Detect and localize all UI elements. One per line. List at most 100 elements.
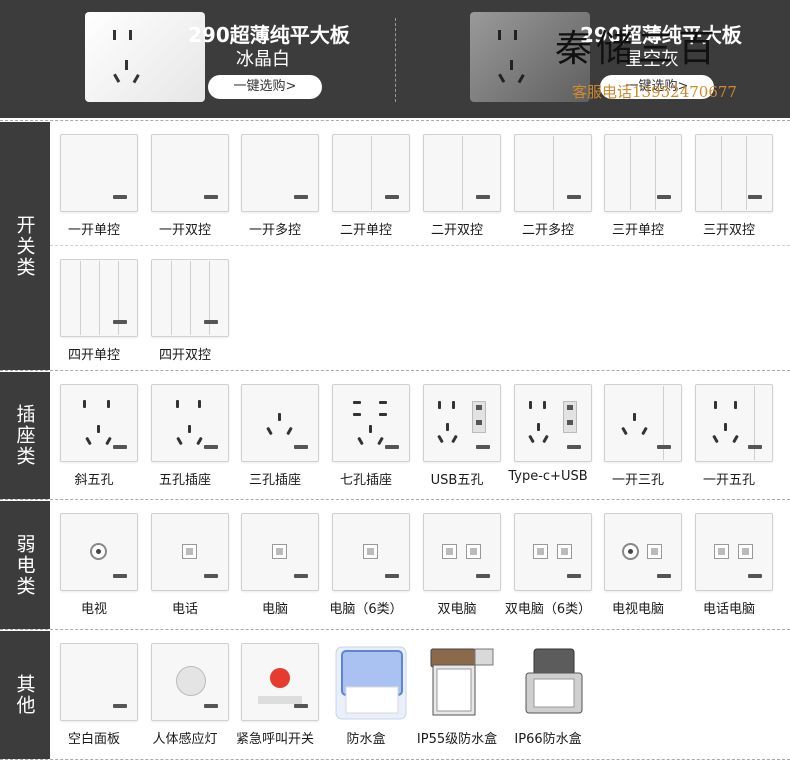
product-item[interactable]: 电脑（6类） (322, 505, 410, 625)
product-caption: 斜五孔 (74, 473, 114, 488)
socket-panel (151, 384, 229, 462)
product-caption: 人体感应灯 (152, 732, 218, 747)
product-item[interactable]: 五孔插座 (141, 376, 229, 496)
waterproof-box-icon (335, 646, 407, 720)
header-banner: 290超薄纯平大板 冰晶白 一键选购> 290超薄纯平大板 星空灰 一键选购> … (0, 0, 790, 118)
tv-jack-icon (622, 543, 639, 560)
left-title: 290超薄纯平大板 (188, 23, 350, 47)
product-item[interactable]: IP66防水盒 (504, 635, 592, 755)
network-jack-icon (738, 544, 753, 559)
network-jack-icon (466, 544, 481, 559)
product-item[interactable]: 一开五孔 (685, 376, 773, 496)
usb-port-icon (563, 401, 577, 433)
switch-panel (514, 134, 592, 212)
tv-network-panel (604, 513, 682, 591)
product-caption: Type-c+USB (508, 469, 588, 484)
section-separator (0, 629, 790, 630)
product-caption: 一开五孔 (702, 473, 755, 488)
emergency-button-icon (270, 668, 290, 688)
socket-icon (113, 30, 140, 84)
motion-sensor-panel (151, 643, 229, 721)
switch-panel (332, 134, 410, 212)
product-item[interactable]: 电话 (141, 505, 229, 625)
motion-sensor-icon (176, 666, 206, 696)
product-item[interactable]: 空白面板 (50, 635, 138, 755)
switch-section: 开关类 一开单控 一开双控 一开多控 二开单控 二开双控 二开多控 三开单控 三… (0, 122, 790, 370)
product-item[interactable]: 电话电脑 (685, 505, 773, 625)
socket-panel (332, 384, 410, 462)
product-caption: 紧急呼叫开关 (235, 732, 314, 747)
phone-jack-icon (182, 544, 197, 559)
product-item[interactable]: 一开三孔 (594, 376, 682, 496)
product-item[interactable]: 电视 (50, 505, 138, 625)
left-buy-button[interactable]: 一键选购> (208, 75, 322, 99)
product-item[interactable]: 四开双控 (141, 251, 229, 371)
product-item[interactable]: 一开单控 (50, 126, 138, 246)
phone-network-panel (695, 513, 773, 591)
white-panel-image (85, 12, 205, 102)
product-caption: 二开双控 (430, 223, 483, 238)
switch-panel (423, 134, 501, 212)
product-caption: 防水盒 (346, 732, 386, 747)
tv-panel (60, 513, 138, 591)
product-item[interactable]: 电脑 (231, 505, 319, 625)
other-section: 其他 空白面板 人体感应灯 紧急呼叫开关 防水盒 IP55级防水盒 IP66防水… (0, 631, 790, 759)
section-label: 弱电类 (0, 501, 50, 629)
product-item[interactable]: 一开多控 (231, 126, 319, 246)
switch-socket-panel (695, 384, 773, 462)
weak-current-section: 弱电类 电视 电话 电脑 电脑（6类） 双电脑 双电脑（6类） 电视电脑 电话电… (0, 501, 790, 629)
switch-panel (241, 134, 319, 212)
emergency-call-panel (241, 643, 319, 721)
ip55-box-icon (430, 648, 494, 716)
product-item[interactable]: 双电脑（6类） (504, 505, 592, 625)
watermark-brand: 秦储三百 (555, 27, 719, 70)
blank-panel (60, 643, 138, 721)
product-item[interactable]: 紧急呼叫开关 (231, 635, 319, 755)
product-caption: USB五孔 (430, 473, 484, 488)
network-jack-icon (557, 544, 572, 559)
product-item[interactable]: 斜五孔 (50, 376, 138, 496)
section-label: 其他 (0, 631, 50, 759)
product-caption: 四开单控 (67, 348, 120, 363)
product-item[interactable]: 电视电脑 (594, 505, 682, 625)
product-item[interactable]: 二开多控 (504, 126, 592, 246)
product-item[interactable]: 三开单控 (594, 126, 682, 246)
product-item[interactable]: 三开双控 (685, 126, 773, 246)
product-item[interactable]: Type-c+USB (504, 376, 592, 496)
product-caption: 一开多控 (248, 223, 301, 238)
product-item[interactable]: 三孔插座 (231, 376, 319, 496)
product-caption: 三开单控 (611, 223, 664, 238)
product-item[interactable]: 双电脑 (413, 505, 501, 625)
product-item[interactable]: 防水盒 (322, 635, 410, 755)
product-caption: 七孔插座 (339, 473, 392, 488)
product-item[interactable]: 二开单控 (322, 126, 410, 246)
network-jack-icon (442, 544, 457, 559)
section-separator (0, 759, 790, 760)
product-item[interactable]: 七孔插座 (322, 376, 410, 496)
section-separator (0, 499, 790, 500)
switch-panel (60, 259, 138, 337)
product-caption: 电脑（6类） (329, 602, 403, 617)
product-item[interactable]: USB五孔 (413, 376, 501, 496)
switch-socket-panel (604, 384, 682, 462)
product-caption: 一开三孔 (611, 473, 664, 488)
usb-socket-panel (514, 384, 592, 462)
network-jack-icon (272, 544, 287, 559)
dual-network-panel (514, 513, 592, 591)
product-caption: 四开双控 (158, 348, 211, 363)
switch-panel (604, 134, 682, 212)
product-caption: 空白面板 (67, 732, 120, 747)
network-panel (332, 513, 410, 591)
product-item[interactable]: 四开单控 (50, 251, 138, 371)
phone-panel (151, 513, 229, 591)
product-caption: 一开双控 (158, 223, 211, 238)
product-item[interactable]: 人体感应灯 (141, 635, 229, 755)
product-item[interactable]: 二开双控 (413, 126, 501, 246)
product-caption: 电脑 (261, 602, 288, 617)
network-jack-icon (363, 544, 378, 559)
product-item[interactable]: IP55级防水盒 (413, 635, 501, 755)
product-caption: 双电脑（6类） (504, 602, 592, 617)
product-item[interactable]: 一开双控 (141, 126, 229, 246)
product-caption: 电视电脑 (611, 602, 664, 617)
product-caption: 电话电脑 (702, 602, 755, 617)
